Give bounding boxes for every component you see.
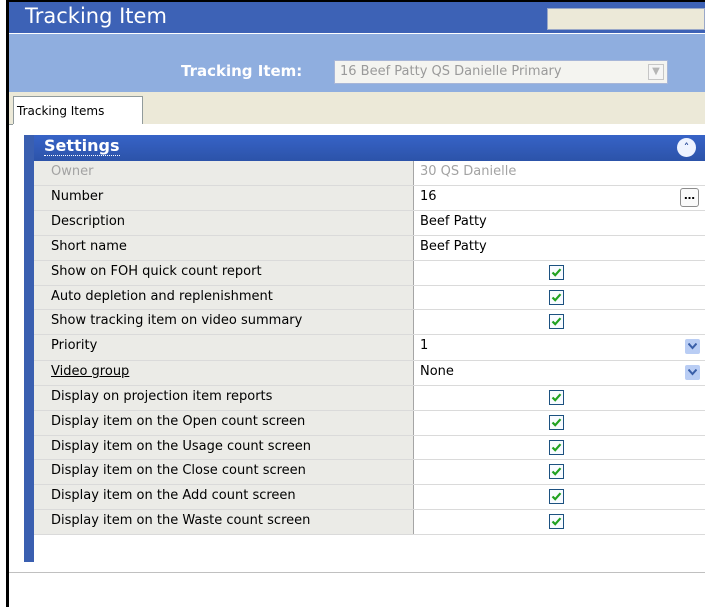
- panel-left-border: [24, 135, 34, 562]
- settings-row: Description Beef Patty: [34, 211, 705, 236]
- bottom-area: [9, 572, 705, 610]
- setting-value-cell: [414, 261, 705, 285]
- settings-header-label: Settings: [44, 136, 120, 156]
- chevron-down-icon[interactable]: [685, 339, 700, 355]
- tracking-item-selector-value: 16 Beef Patty QS Danielle Primary: [340, 64, 562, 79]
- setting-value-cell: [414, 510, 705, 534]
- settings-row: Auto depletion and replenishment: [34, 285, 705, 311]
- settings-panel: Settings ˄ Owner 30 QS Danielle Number 16 … D…: [13, 124, 705, 569]
- setting-checkbox[interactable]: [549, 414, 564, 430]
- settings-row: Display item on the Waste count screen: [34, 509, 705, 535]
- setting-dropdown[interactable]: 1: [414, 335, 705, 359]
- settings-grid: Owner 30 QS Danielle Number 16 … Description B…: [34, 161, 705, 535]
- setting-label: Display on projection item reports: [34, 385, 414, 410]
- setting-value: 30 QS Danielle: [414, 161, 705, 185]
- setting-label: Number: [34, 185, 414, 211]
- settings-row: Display on projection item reports: [34, 385, 705, 411]
- setting-value[interactable]: Beef Patty: [414, 211, 705, 235]
- setting-value[interactable]: Beef Patty: [414, 236, 705, 260]
- setting-value-cell: [414, 411, 705, 435]
- collapse-icon[interactable]: ˄: [677, 138, 696, 157]
- setting-checkbox[interactable]: [549, 439, 564, 455]
- setting-value-text: Beef Patty: [420, 214, 487, 230]
- setting-label: Display item on the Add count screen: [34, 485, 414, 509]
- setting-value-cell: [414, 386, 705, 410]
- selector-bar: Tracking Item: 16 Beef Patty QS Danielle…: [9, 34, 705, 92]
- settings-row: Short name Beef Patty: [34, 235, 705, 261]
- setting-value-cell: [414, 286, 705, 310]
- setting-label: Show on FOH quick count report: [34, 260, 414, 285]
- setting-value-text: Beef Patty: [420, 238, 487, 254]
- setting-checkbox[interactable]: [549, 314, 564, 330]
- chevron-down-icon[interactable]: [685, 364, 700, 380]
- setting-checkbox[interactable]: [549, 264, 564, 280]
- title-bar: Tracking Item: [9, 2, 705, 33]
- settings-row: Video group None: [34, 360, 705, 386]
- tab-strip: Tracking Items: [9, 92, 705, 125]
- tracking-item-window: Tracking Item Tracking Item: 16 Beef Pat…: [6, 0, 705, 610]
- settings-row: Show on FOH quick count report: [34, 260, 705, 286]
- setting-checkbox[interactable]: [549, 464, 564, 480]
- checkmark-icon: [551, 393, 562, 402]
- setting-value-cell: [414, 485, 705, 509]
- setting-checkbox[interactable]: [549, 489, 564, 505]
- tracking-item-selector-label: Tracking Item:: [181, 62, 303, 80]
- setting-label: Display item on the Open count screen: [34, 410, 414, 435]
- setting-label[interactable]: Video group: [34, 360, 414, 385]
- setting-checkbox[interactable]: [549, 389, 564, 405]
- setting-label: Show tracking item on video summary: [34, 310, 414, 335]
- setting-value-cell: [414, 310, 705, 334]
- setting-value-text: None: [420, 363, 454, 379]
- setting-label: Auto depletion and replenishment: [34, 285, 414, 310]
- setting-value-text: 1: [420, 338, 429, 354]
- settings-row: Display item on the Usage count screen: [34, 435, 705, 461]
- settings-row: Display item on the Add count screen: [34, 485, 705, 510]
- setting-checkbox[interactable]: [549, 513, 564, 529]
- checkmark-icon: [551, 443, 562, 452]
- setting-value-cell: [414, 460, 705, 484]
- setting-value-cell: [414, 436, 705, 460]
- checkmark-icon: [551, 418, 562, 427]
- settings-row: Display item on the Close count screen: [34, 460, 705, 486]
- setting-label: Short name: [34, 235, 414, 260]
- checkmark-icon: [551, 517, 562, 526]
- tab-tracking-items[interactable]: Tracking Items: [13, 96, 143, 124]
- ellipsis-button[interactable]: …: [680, 187, 699, 207]
- checkmark-icon: [551, 293, 562, 302]
- window-title: Tracking Item: [25, 4, 167, 28]
- checkmark-icon: [551, 467, 562, 477]
- settings-row: Priority 1: [34, 335, 705, 361]
- settings-row: Show tracking item on video summary: [34, 310, 705, 336]
- setting-dropdown[interactable]: None: [414, 361, 705, 385]
- checkmark-icon: [551, 268, 562, 277]
- chevron-down-icon[interactable]: ▼: [648, 64, 664, 80]
- setting-label: Display item on the Usage count screen: [34, 435, 414, 460]
- checkmark-icon: [551, 317, 562, 327]
- setting-value[interactable]: 16 …: [414, 186, 705, 210]
- settings-row: Owner 30 QS Danielle: [34, 161, 705, 186]
- setting-value-text: 16: [420, 188, 437, 204]
- setting-checkbox[interactable]: [549, 289, 564, 305]
- settings-row: Display item on the Open count screen: [34, 410, 705, 436]
- title-bar-box: [547, 8, 705, 30]
- setting-label: Description: [34, 211, 414, 235]
- setting-label: Display item on the Close count screen: [34, 460, 414, 485]
- setting-label: Display item on the Waste count screen: [34, 509, 414, 534]
- setting-value-text: 30 QS Danielle: [420, 164, 517, 179]
- setting-label: Owner: [34, 161, 414, 185]
- tracking-item-selector[interactable]: 16 Beef Patty QS Danielle Primary ▼: [334, 60, 668, 84]
- settings-row: Number 16 …: [34, 185, 705, 212]
- checkmark-icon: [551, 492, 562, 501]
- settings-group-header[interactable]: Settings ˄: [34, 135, 705, 161]
- setting-label: Priority: [34, 335, 414, 360]
